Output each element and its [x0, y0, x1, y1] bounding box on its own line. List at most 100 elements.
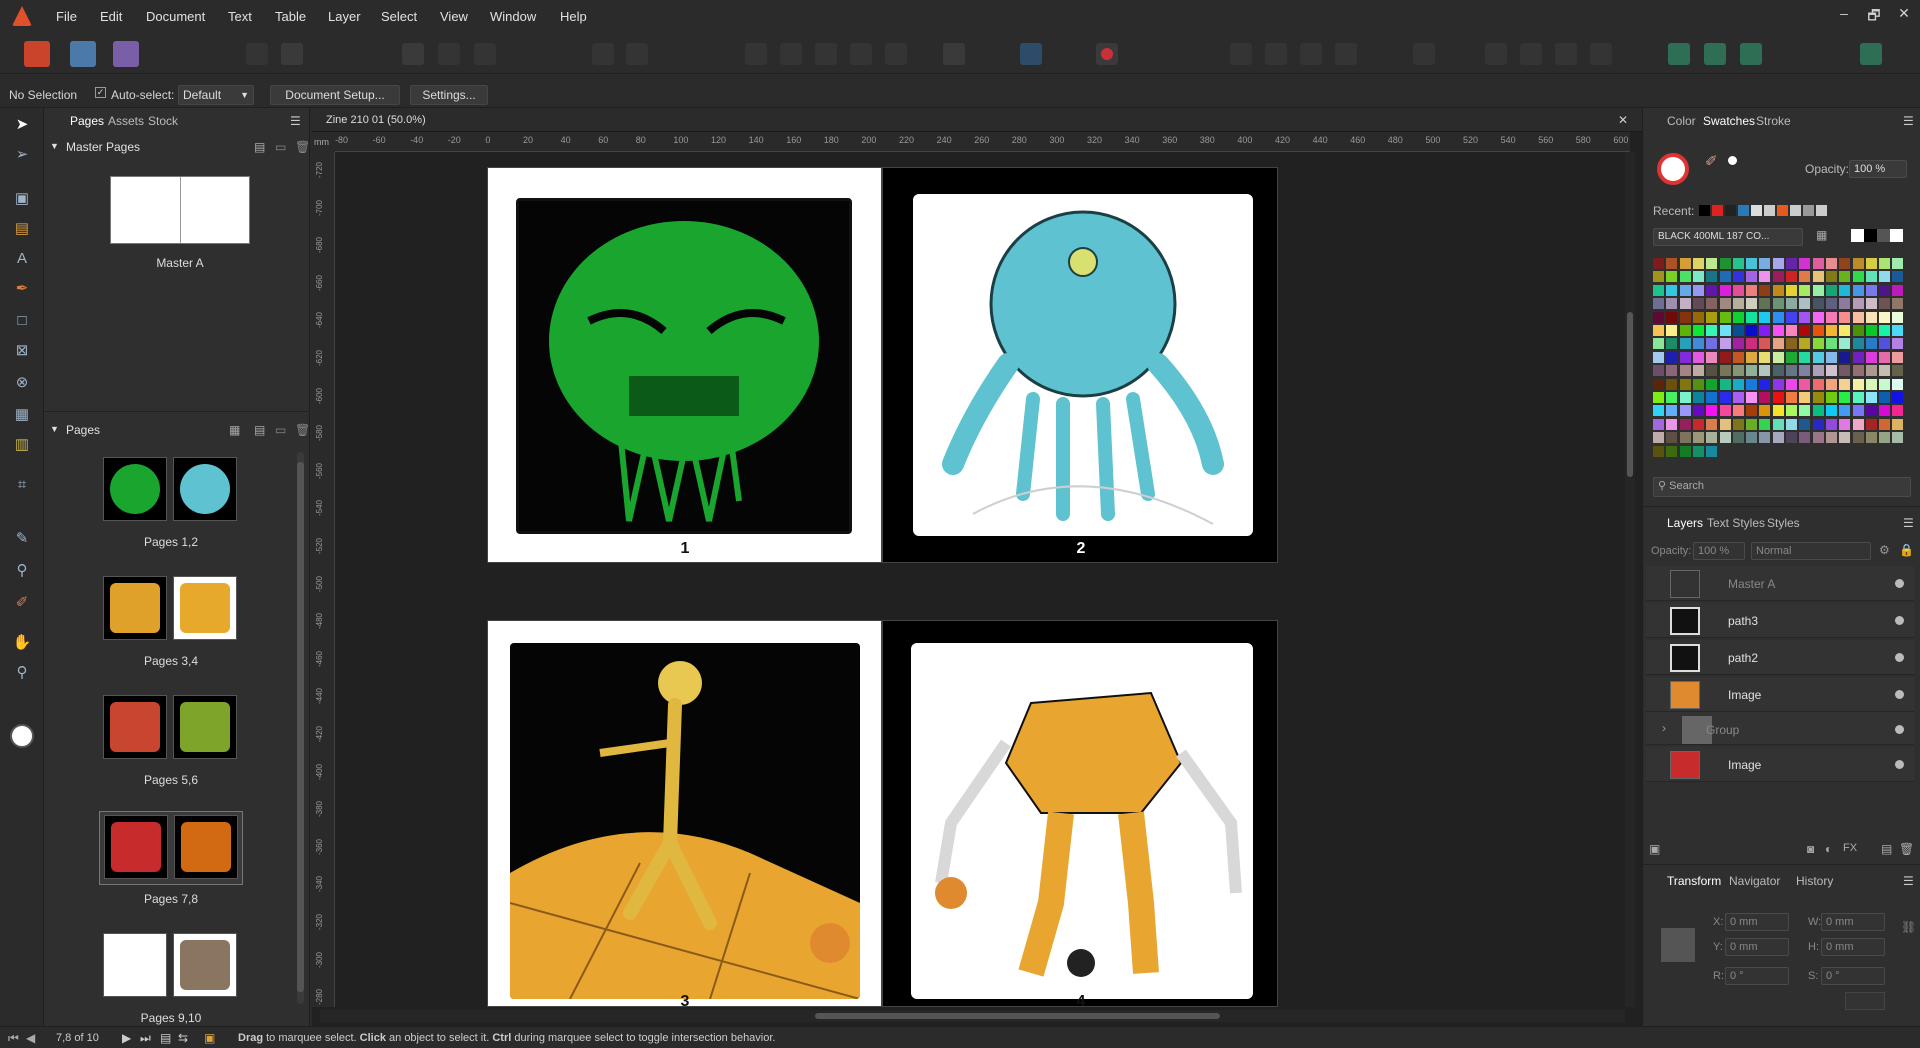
color-picker-icon[interactable]: ✐: [1705, 152, 1718, 170]
pin-icon[interactable]: [592, 43, 614, 65]
recent-swatch[interactable]: [1751, 205, 1762, 216]
palette-swatch[interactable]: [1892, 432, 1904, 444]
palette-swatch[interactable]: [1746, 284, 1758, 296]
palette-swatch[interactable]: [1772, 311, 1784, 323]
palette-swatch[interactable]: [1879, 298, 1891, 310]
palette-swatch[interactable]: [1825, 271, 1837, 283]
palette-swatch[interactable]: [1892, 418, 1904, 430]
palette-swatch[interactable]: [1852, 271, 1864, 283]
palette-swatch[interactable]: [1666, 378, 1678, 390]
palette-swatch[interactable]: [1692, 271, 1704, 283]
palette-swatch[interactable]: [1679, 432, 1691, 444]
photo-persona-icon[interactable]: [113, 41, 139, 67]
tab-text-styles[interactable]: Text Styles: [1707, 516, 1765, 530]
palette-swatch[interactable]: [1786, 338, 1797, 350]
opacity-field[interactable]: 100 %: [1849, 160, 1907, 178]
palette-swatch[interactable]: [1812, 432, 1824, 444]
rectangle-tool-icon[interactable]: □: [11, 310, 33, 332]
palette-swatch[interactable]: [1692, 432, 1704, 444]
palette-swatch[interactable]: [1692, 298, 1704, 310]
palette-swatch[interactable]: [1812, 365, 1824, 377]
palette-swatch[interactable]: [1865, 432, 1877, 444]
palette-swatch[interactable]: [1865, 284, 1877, 296]
palette-swatch[interactable]: [1759, 351, 1771, 363]
prev-page-icon[interactable]: ◀: [26, 1031, 35, 1045]
palette-swatch[interactable]: [1772, 418, 1784, 430]
palette-swatch[interactable]: [1799, 325, 1811, 336]
spread-thumbnail[interactable]: [99, 454, 243, 524]
hand-tool-icon[interactable]: ✋: [11, 632, 33, 654]
palette-swatch[interactable]: [1786, 271, 1797, 283]
rotate-2-icon[interactable]: [1590, 43, 1612, 65]
palette-swatch[interactable]: [1746, 338, 1758, 350]
palette-swatch[interactable]: [1719, 432, 1731, 444]
pen-tool-icon[interactable]: ✒: [11, 278, 33, 300]
delete-page-icon[interactable]: 🗑: [295, 423, 310, 437]
palette-swatch[interactable]: [1839, 432, 1851, 444]
text-frame-icon[interactable]: [1020, 43, 1042, 65]
palette-swatch[interactable]: [1892, 405, 1904, 417]
tab-layers[interactable]: Layers: [1667, 516, 1703, 530]
palette-swatch[interactable]: [1679, 298, 1691, 310]
w-field[interactable]: 0 mm: [1821, 913, 1885, 931]
boolean-int-icon[interactable]: [1300, 43, 1322, 65]
palette-swatch[interactable]: [1865, 298, 1877, 310]
palette-swatch[interactable]: [1759, 311, 1771, 323]
tab-history[interactable]: History: [1796, 874, 1833, 888]
palette-swatch[interactable]: [1799, 432, 1811, 444]
palette-swatch[interactable]: [1719, 271, 1731, 283]
preferences-icon[interactable]: [1740, 43, 1762, 65]
palette-swatch[interactable]: [1732, 432, 1744, 444]
palette-swatch[interactable]: [1666, 351, 1678, 363]
canvas-vertical-scrollbar[interactable]: [1625, 152, 1635, 1007]
palette-swatch[interactable]: [1653, 258, 1664, 269]
duplicate-master-icon[interactable]: ▭: [275, 140, 286, 154]
palette-swatch[interactable]: [1825, 351, 1837, 363]
palette-swatch[interactable]: [1746, 365, 1758, 377]
layer-row[interactable]: path3: [1646, 603, 1914, 638]
palette-swatch[interactable]: [1852, 351, 1864, 363]
delete-layer-icon[interactable]: 🗑: [1899, 842, 1914, 856]
panel-menu-icon[interactable]: ☰: [1903, 874, 1914, 888]
palette-swatch[interactable]: [1879, 432, 1891, 444]
palette-swatch[interactable]: [1746, 325, 1758, 336]
palette-swatch[interactable]: [1786, 351, 1797, 363]
palette-swatch[interactable]: [1679, 258, 1691, 269]
palette-swatch[interactable]: [1879, 284, 1891, 296]
layer-visibility-icon[interactable]: [1895, 616, 1904, 625]
publisher-persona-icon[interactable]: [24, 41, 50, 67]
recent-swatch[interactable]: [1738, 205, 1749, 216]
palette-swatch[interactable]: [1825, 338, 1837, 350]
palette-swatch[interactable]: [1799, 365, 1811, 377]
palette-swatch[interactable]: [1692, 338, 1704, 350]
palette-swatch[interactable]: [1692, 351, 1704, 363]
palette-swatch[interactable]: [1706, 378, 1718, 390]
palette-swatch[interactable]: [1879, 311, 1891, 323]
chevron-right-icon[interactable]: ›: [1662, 721, 1666, 735]
palette-swatch[interactable]: [1679, 392, 1691, 403]
palette-swatch[interactable]: [1732, 271, 1744, 283]
palette-swatch[interactable]: [1879, 365, 1891, 377]
palette-swatch[interactable]: [1892, 365, 1904, 377]
palette-swatch[interactable]: [1812, 311, 1824, 323]
palette-swatch[interactable]: [1746, 258, 1758, 269]
panel-menu-icon[interactable]: ☰: [290, 114, 301, 128]
palette-swatch[interactable]: [1679, 311, 1691, 323]
recent-swatch[interactable]: [1699, 205, 1710, 216]
tab-navigator[interactable]: Navigator: [1729, 874, 1780, 888]
palette-swatch[interactable]: [1786, 325, 1797, 336]
spread-thumbnail[interactable]: [99, 692, 243, 762]
palette-swatch[interactable]: [1772, 325, 1784, 336]
palette-swatch[interactable]: [1879, 351, 1891, 363]
palette-swatch[interactable]: [1892, 258, 1904, 269]
palette-swatch[interactable]: [1812, 351, 1824, 363]
palette-swatch[interactable]: [1692, 258, 1704, 269]
palette-swatch[interactable]: [1786, 311, 1797, 323]
panel-menu-icon[interactable]: ☰: [1903, 114, 1914, 128]
link-icon[interactable]: ⛓: [1901, 920, 1916, 934]
palette-swatch[interactable]: [1839, 271, 1851, 283]
palette-swatch[interactable]: [1852, 365, 1864, 377]
view-mode-2-icon[interactable]: [438, 43, 460, 65]
pin-2-icon[interactable]: [626, 43, 648, 65]
move-tool-icon[interactable]: ➤: [11, 114, 33, 136]
